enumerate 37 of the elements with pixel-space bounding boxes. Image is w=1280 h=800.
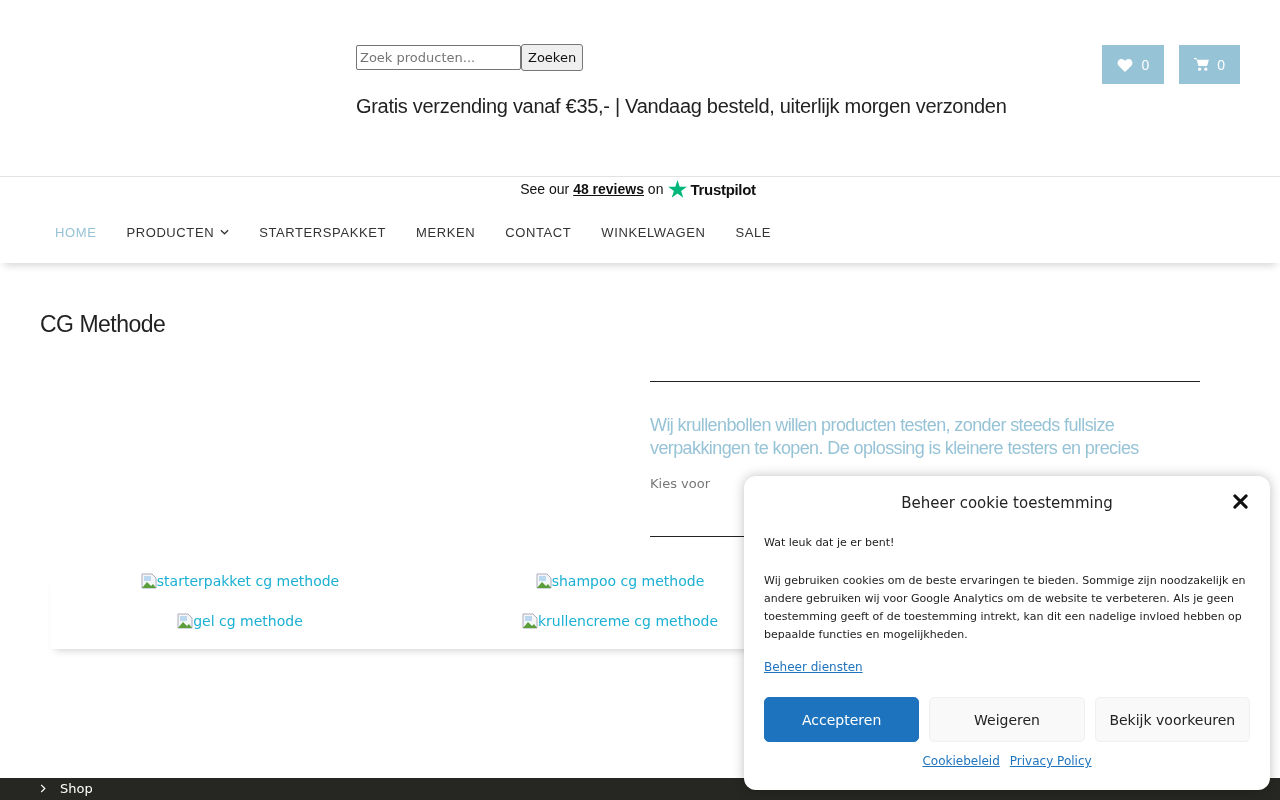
shipping-tagline: Gratis verzending vanaf €35,- | Vandaag besteld, uiterlijk morgen verzonden <box>356 95 1007 118</box>
nav-item[interactable]: SALE <box>735 224 772 240</box>
nav-item[interactable]: STARTERSPAKKET <box>259 224 387 240</box>
page-title: CG Methode <box>40 311 167 338</box>
image-icon <box>535 573 552 589</box>
heart-icon <box>1117 57 1134 72</box>
image-icon <box>521 613 538 629</box>
greeting-text: Wat leuk dat je er bent! <box>764 535 896 551</box>
intro-heading: Wij krullenbollen willen producten testen, zonder steeds fullsize verpakkingen te kopen. De oplossing is kleinere testers en precies <box>650 414 1140 460</box>
dialog-button[interactable]: Weigeren <box>929 697 1085 742</box>
trustpilot-text: See our 48 reviews on <box>520 181 664 197</box>
cart-count: 0 <box>1217 56 1225 73</box>
wishlist-count: 0 <box>1141 56 1150 73</box>
nav-item[interactable]: CONTACT <box>505 224 572 240</box>
reviews-link[interactable]: 48 reviews <box>573 181 644 197</box>
policy-link[interactable]: Cookiebeleid <box>922 754 1000 768</box>
policy-link[interactable]: Privacy Policy <box>1009 754 1092 768</box>
image-icon <box>140 573 157 589</box>
cart-icon <box>1194 58 1210 71</box>
cookie-message: Wij gebruiken cookies om de beste ervaringen te bieden. Sommige zijn noodzakelijk en andere gebruiken wij voor Google Analytics om de website te verbeteren. Als je geen toestemming geeft of de toestemming intrekt, kan dit een nadelige invloed hebben op bepaalde functies en mogelijkheden. <box>764 573 1247 643</box>
nav-item[interactable]: MERKEN <box>416 224 476 240</box>
nav-item[interactable]: WINKELWAGEN <box>601 224 706 240</box>
dialog-button[interactable]: Bekijk voorkeuren <box>1094 697 1250 742</box>
star-icon <box>668 180 688 198</box>
intro-text: Kies voor <box>650 476 711 491</box>
search-button[interactable]: Zoeken <box>521 44 584 71</box>
chevron-right-icon <box>40 784 46 793</box>
search-field[interactable]: Zoek producten... <box>356 45 521 70</box>
image-icon <box>177 613 194 629</box>
nav-item[interactable]: PRODUCTEN <box>126 224 230 240</box>
close-button[interactable] <box>1233 494 1248 509</box>
manage-services-link[interactable]: Beheer diensten <box>764 660 863 674</box>
close-icon <box>1233 494 1248 509</box>
dialog-title: Beheer cookie toestemming <box>901 494 1113 512</box>
footer-link[interactable]: Shop <box>40 781 93 796</box>
dialog-button[interactable]: Accepteren <box>764 697 920 742</box>
trustpilot-logo-text: Trustpilot <box>690 180 756 198</box>
